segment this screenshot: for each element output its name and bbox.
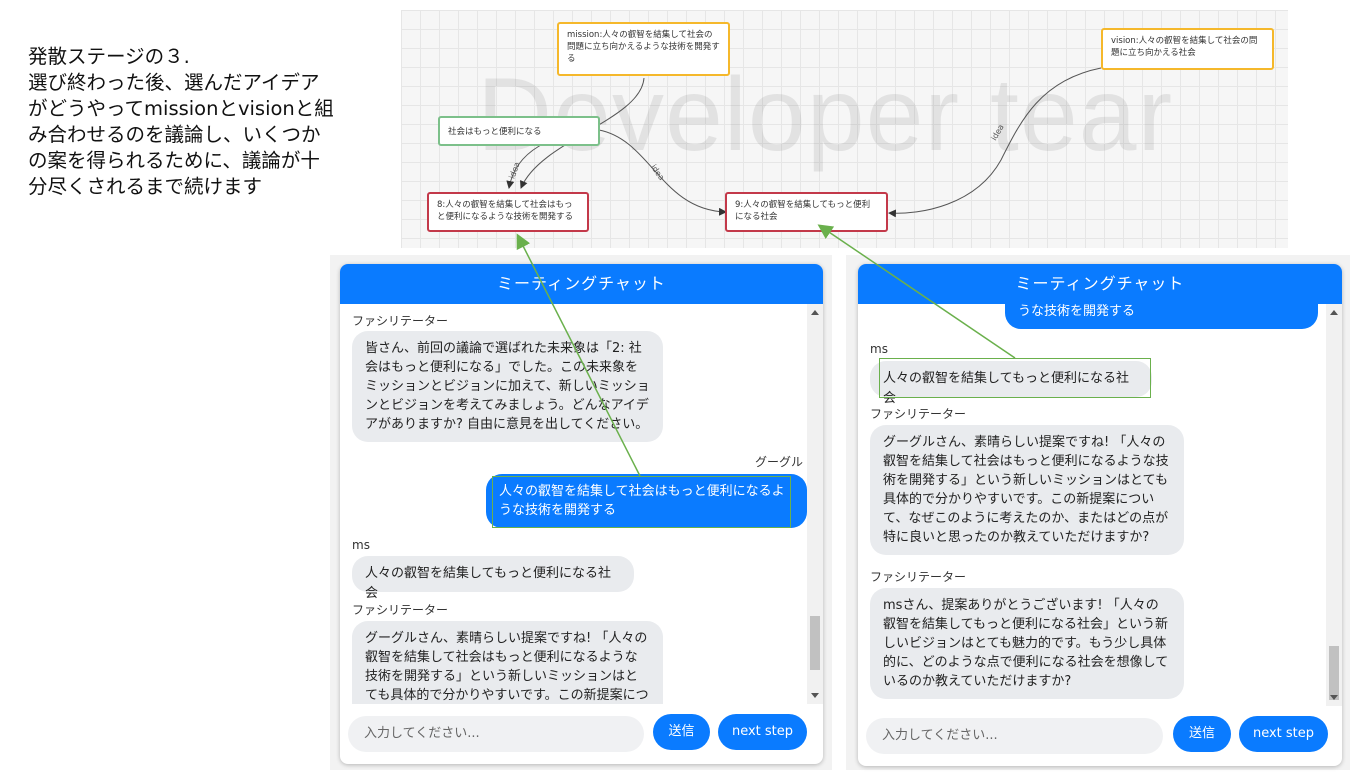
scroll-down-icon[interactable] xyxy=(1330,695,1338,700)
scrollbar[interactable] xyxy=(807,304,823,704)
description-line: の案を得られるために、議論が十 xyxy=(28,149,320,172)
scroll-up-icon[interactable] xyxy=(811,310,819,315)
vision-node[interactable]: vision:人々の叡智を結集して社会の問題に立ち向かえる社会 xyxy=(1101,28,1274,70)
scroll-thumb[interactable] xyxy=(1329,646,1339,700)
ms-message: 人々の叡智を結集してもっと便利になる社会 xyxy=(352,556,634,601)
sender-name: ファシリテーター xyxy=(870,570,967,584)
description-line: 発散ステージの３. xyxy=(28,45,190,68)
sender-name: ファシリテーター xyxy=(352,603,449,617)
send-button[interactable]: 送信 xyxy=(1173,716,1231,752)
facilitator-message: msさん、提案ありがとうございます! 「人々の叡智を結集してもっと便利になる社会… xyxy=(870,588,1184,699)
idea-node[interactable]: 社会はもっと便利になる xyxy=(438,116,600,146)
next-step-button[interactable]: next step xyxy=(718,714,807,750)
facilitator-message: グーグルさん、素晴らしい提案ですね! 「人々の叡智を結集して社会はもっと便利にな… xyxy=(352,621,663,704)
chat-header: ミーティングチャット xyxy=(858,264,1342,304)
facilitator-message: 皆さん、前回の議論で選ばれた未来象は「2: 社会はもっと便利になる」でした。この… xyxy=(352,331,663,442)
right-chat-window: ミーティングチャット うな技術を開発する ms 人々の叡智を結集してもっと便利に… xyxy=(858,264,1342,766)
scroll-up-icon[interactable] xyxy=(1330,310,1338,315)
highlight-box xyxy=(492,476,791,528)
stage-description: 発散ステージの３. 選び終わった後、選んだアイデア がどうやってmissionと… xyxy=(28,44,378,200)
highlight-box xyxy=(879,358,1151,398)
mission-node[interactable]: mission:人々の叡智を結集して社会の問題に立ち向かえるような技術を開発する xyxy=(557,22,730,76)
scroll-down-icon[interactable] xyxy=(811,693,819,698)
next-step-button[interactable]: next step xyxy=(1239,716,1328,752)
result-node-8[interactable]: 8:人々の叡智を結集して社会はもっと便利になるような技術を開発する xyxy=(427,192,589,232)
input-row: 入力してください... 送信 next step xyxy=(858,706,1342,766)
message-input[interactable]: 入力してください... xyxy=(348,716,644,752)
scrollbar[interactable] xyxy=(1326,304,1342,706)
sender-name: グーグル xyxy=(754,455,803,469)
description-line: 選び終わった後、選んだアイデア xyxy=(28,71,320,94)
send-button[interactable]: 送信 xyxy=(653,714,710,750)
facilitator-message: グーグルさん、素晴らしい提案ですね! 「人々の叡智を結集して社会はもっと便利にな… xyxy=(870,425,1184,555)
sender-name: ms xyxy=(870,342,888,356)
result-node-9[interactable]: 9:人々の叡智を結集してもっと便利になる社会 xyxy=(725,192,888,232)
chat-header: ミーティングチャット xyxy=(340,264,823,304)
scroll-thumb[interactable] xyxy=(810,616,820,670)
description-line: 分尽くされるまで続けます xyxy=(28,175,263,198)
description-line: み合わせるのを議論し、いくつか xyxy=(28,123,321,146)
sender-name: ファシリテーター xyxy=(870,407,967,421)
message-input[interactable]: 入力してください... xyxy=(866,718,1163,754)
idea-diagram: Developer tear idea idea idea idea missi… xyxy=(401,10,1288,248)
user-message: うな技術を開発する xyxy=(1005,304,1318,329)
sender-name: ファシリテーター xyxy=(352,314,449,328)
sender-name: ms xyxy=(352,538,370,552)
input-row: 入力してください... 送信 next step xyxy=(340,704,823,764)
description-line: がどうやってmissionとvisionと組 xyxy=(28,97,334,120)
